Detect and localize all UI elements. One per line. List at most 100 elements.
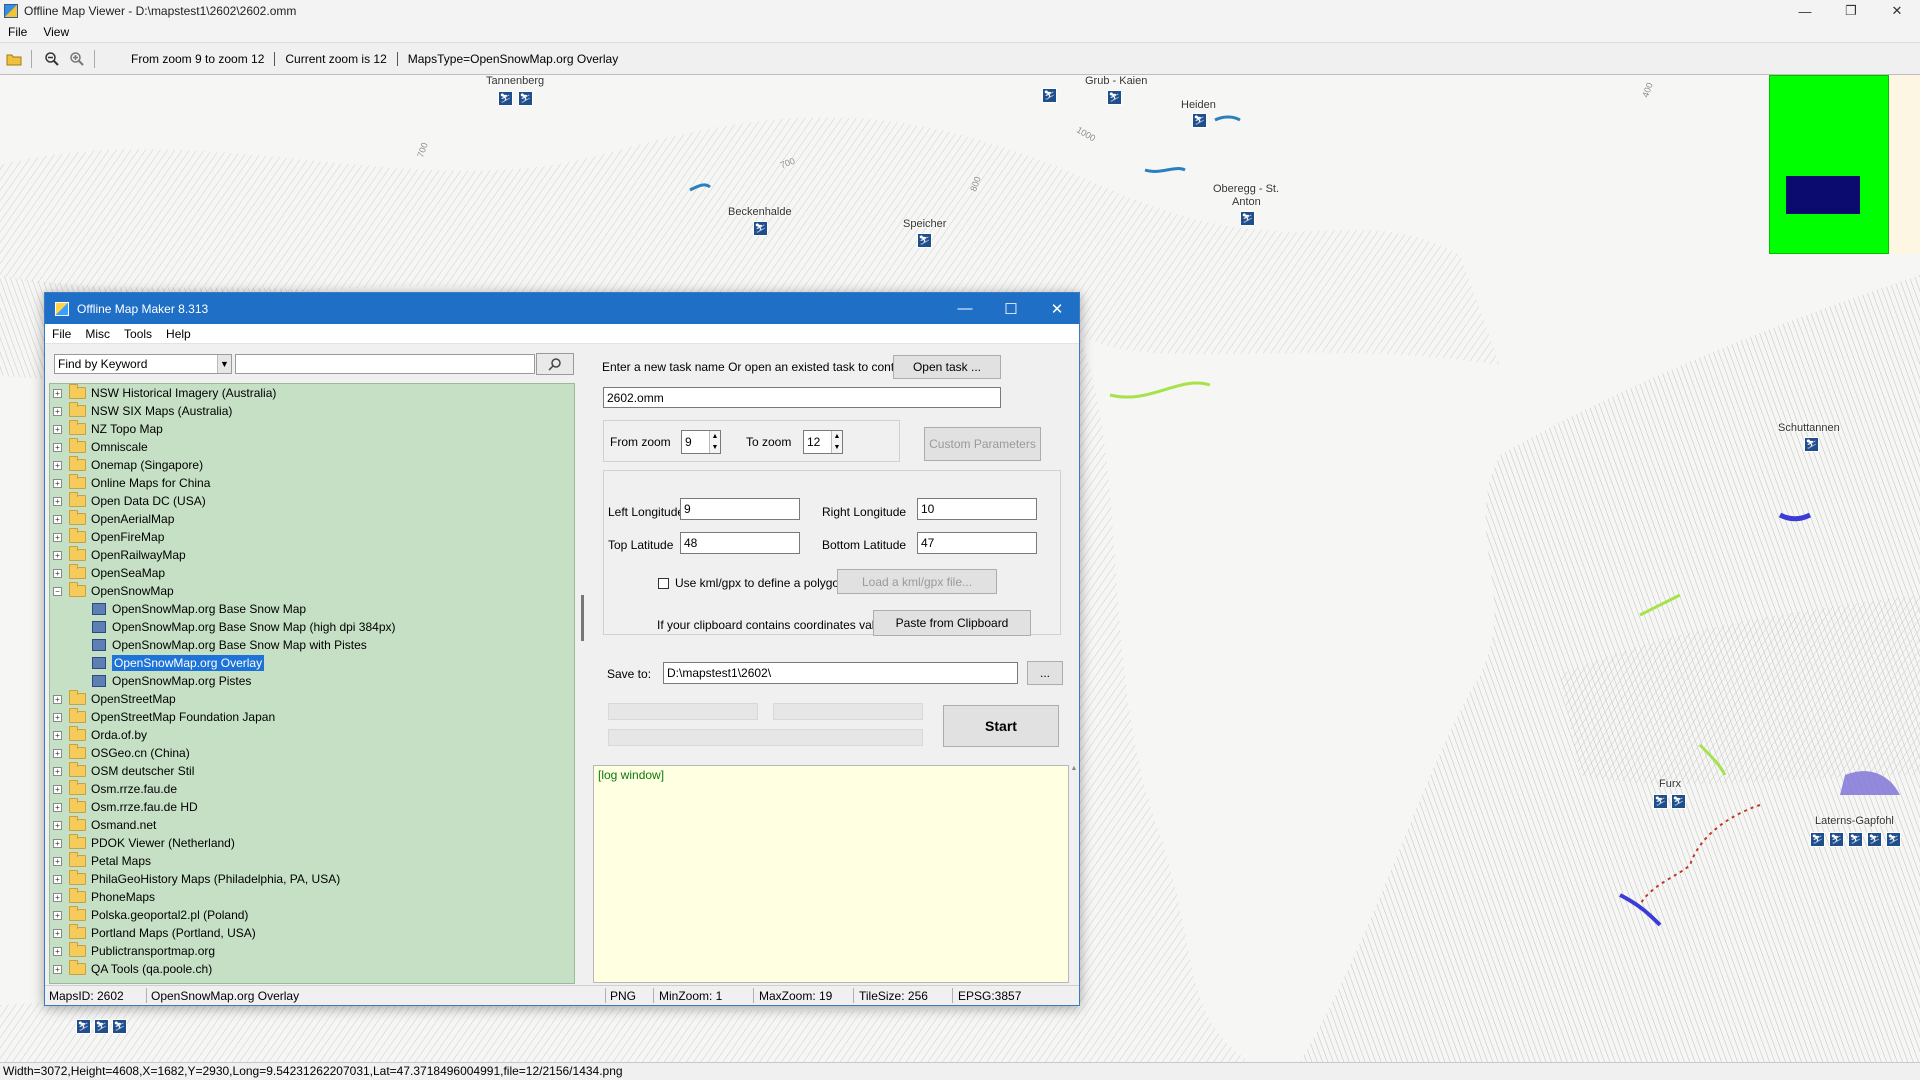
- menu-file[interactable]: File: [0, 25, 35, 39]
- expand-icon[interactable]: +: [53, 748, 62, 758]
- tree-child-item[interactable]: OpenSnowMap.org Base Snow Map with Piste…: [50, 636, 574, 654]
- ski-icon[interactable]: ⛷: [1192, 113, 1207, 128]
- right-longitude-input[interactable]: 10: [917, 498, 1037, 520]
- ski-icon[interactable]: ⛷: [518, 91, 533, 106]
- minimize-button[interactable]: —: [1782, 0, 1828, 22]
- dialog-menu-tools[interactable]: Tools: [117, 327, 159, 341]
- tree-item[interactable]: + Osm.rrze.fau.de: [50, 780, 574, 798]
- ski-icon[interactable]: ⛷: [1240, 211, 1255, 226]
- tree-scrollbar[interactable]: [576, 383, 590, 984]
- ski-icon[interactable]: ⛷: [753, 221, 768, 236]
- expand-icon[interactable]: +: [53, 910, 62, 920]
- dialog-maximize-button[interactable]: ☐: [988, 293, 1034, 324]
- log-window[interactable]: [log window]: [593, 765, 1069, 983]
- left-longitude-input[interactable]: 9: [680, 498, 800, 520]
- expand-icon[interactable]: +: [53, 892, 62, 902]
- ski-icon[interactable]: ⛷: [1042, 88, 1057, 103]
- menu-view[interactable]: View: [35, 25, 77, 39]
- custom-parameters-button[interactable]: Custom Parameters: [924, 427, 1041, 461]
- expand-icon[interactable]: +: [53, 496, 62, 506]
- expand-icon[interactable]: +: [53, 928, 62, 938]
- expand-icon[interactable]: +: [53, 532, 62, 542]
- close-button[interactable]: ✕: [1874, 0, 1920, 22]
- collapse-icon[interactable]: −: [53, 586, 62, 596]
- tree-item[interactable]: + OpenStreetMap Foundation Japan: [50, 708, 574, 726]
- expand-icon[interactable]: +: [53, 514, 62, 524]
- dialog-close-button[interactable]: ✕: [1034, 293, 1080, 324]
- task-name-input[interactable]: 2602.omm: [603, 387, 1001, 408]
- open-task-button[interactable]: Open task ...: [893, 355, 1001, 379]
- expand-icon[interactable]: +: [53, 784, 62, 794]
- ski-icon[interactable]: ⛷: [498, 91, 513, 106]
- top-latitude-input[interactable]: 48: [680, 532, 800, 554]
- tree-item[interactable]: + PhoneMaps: [50, 888, 574, 906]
- expand-icon[interactable]: +: [53, 838, 62, 848]
- dialog-menu-help[interactable]: Help: [159, 327, 198, 341]
- expand-icon[interactable]: +: [53, 964, 62, 974]
- tree-item[interactable]: + Publictransportmap.org: [50, 942, 574, 960]
- tree-scrollbar-thumb[interactable]: [581, 595, 584, 641]
- ski-icon[interactable]: ⛷: [94, 1019, 109, 1034]
- expand-icon[interactable]: +: [53, 730, 62, 740]
- ski-icon[interactable]: ⛷: [1671, 794, 1686, 809]
- tree-item[interactable]: + PhilaGeoHistory Maps (Philadelphia, PA,…: [50, 870, 574, 888]
- tree-item-opensnowmap[interactable]: − OpenSnowMap: [50, 582, 574, 600]
- tree-item[interactable]: + OpenAerialMap: [50, 510, 574, 528]
- tree-item[interactable]: + Onemap (Singapore): [50, 456, 574, 474]
- tree-child-item[interactable]: OpenSnowMap.org Pistes: [50, 672, 574, 690]
- expand-icon[interactable]: +: [53, 460, 62, 470]
- tree-item[interactable]: + QA Tools (qa.poole.ch): [50, 960, 574, 978]
- ski-icon[interactable]: ⛷: [917, 233, 932, 248]
- save-path-input[interactable]: D:\mapstest1\2602\: [663, 662, 1018, 684]
- ski-icon[interactable]: ⛷: [1810, 832, 1825, 847]
- ski-icon[interactable]: ⛷: [1829, 832, 1844, 847]
- tree-item[interactable]: + Orda.of.by: [50, 726, 574, 744]
- log-scrollbar[interactable]: ▲: [1069, 765, 1079, 983]
- ski-icon[interactable]: ⛷: [1867, 832, 1882, 847]
- expand-icon[interactable]: +: [53, 388, 62, 398]
- tree-item[interactable]: + Open Data DC (USA): [50, 492, 574, 510]
- tree-item[interactable]: + OpenStreetMap: [50, 690, 574, 708]
- tree-item[interactable]: + NZ Topo Map: [50, 420, 574, 438]
- tree-item[interactable]: + Online Maps for China: [50, 474, 574, 492]
- ski-icon[interactable]: ⛷: [1848, 832, 1863, 847]
- tree-item[interactable]: + OSGeo.cn (China): [50, 744, 574, 762]
- expand-icon[interactable]: +: [53, 406, 62, 416]
- zoom-out-icon[interactable]: [41, 48, 63, 70]
- tree-item[interactable]: + OpenRailwayMap: [50, 546, 574, 564]
- ski-icon[interactable]: ⛷: [1653, 794, 1668, 809]
- overview-viewport[interactable]: [1786, 176, 1860, 214]
- ski-icon[interactable]: ⛷: [1107, 90, 1122, 105]
- expand-icon[interactable]: +: [53, 694, 62, 704]
- tree-child-item[interactable]: OpenSnowMap.org Base Snow Map (high dpi …: [50, 618, 574, 636]
- bottom-latitude-input[interactable]: 47: [917, 532, 1037, 554]
- start-button[interactable]: Start: [943, 705, 1059, 747]
- expand-icon[interactable]: +: [53, 820, 62, 830]
- dialog-minimize-button[interactable]: —: [942, 293, 988, 324]
- ski-icon[interactable]: ⛷: [1804, 437, 1819, 452]
- restore-button[interactable]: ❐: [1828, 0, 1874, 22]
- expand-icon[interactable]: +: [53, 442, 62, 452]
- tree-item[interactable]: + OpenSeaMap: [50, 564, 574, 582]
- tree-child-item[interactable]: OpenSnowMap.org Overlay: [50, 654, 574, 672]
- expand-icon[interactable]: +: [53, 478, 62, 488]
- tree-item[interactable]: + OpenFireMap: [50, 528, 574, 546]
- zoom-in-icon[interactable]: [66, 48, 88, 70]
- tree-item[interactable]: + NSW Historical Imagery (Australia): [50, 384, 574, 402]
- tree-item[interactable]: + Petal Maps: [50, 852, 574, 870]
- browse-button[interactable]: ...: [1027, 661, 1063, 685]
- tree-item[interactable]: + Polska.geoportal2.pl (Poland): [50, 906, 574, 924]
- from-zoom-spinner[interactable]: ▲ ▼: [709, 431, 720, 453]
- map-source-tree[interactable]: + NSW Historical Imagery (Australia) + NSW …: [49, 383, 575, 984]
- expand-icon[interactable]: +: [53, 856, 62, 866]
- tree-item[interactable]: + Omniscale: [50, 438, 574, 456]
- expand-icon[interactable]: +: [53, 424, 62, 434]
- ski-icon[interactable]: ⛷: [1886, 832, 1901, 847]
- tree-item[interactable]: + Osm.rrze.fau.de HD: [50, 798, 574, 816]
- expand-icon[interactable]: +: [53, 766, 62, 776]
- expand-icon[interactable]: +: [53, 802, 62, 812]
- chevron-down-icon[interactable]: ▼: [217, 355, 231, 373]
- ski-icon[interactable]: ⛷: [76, 1019, 91, 1034]
- load-kml-button[interactable]: Load a kml/gpx file...: [837, 569, 997, 594]
- tree-item[interactable]: + PDOK Viewer (Netherland): [50, 834, 574, 852]
